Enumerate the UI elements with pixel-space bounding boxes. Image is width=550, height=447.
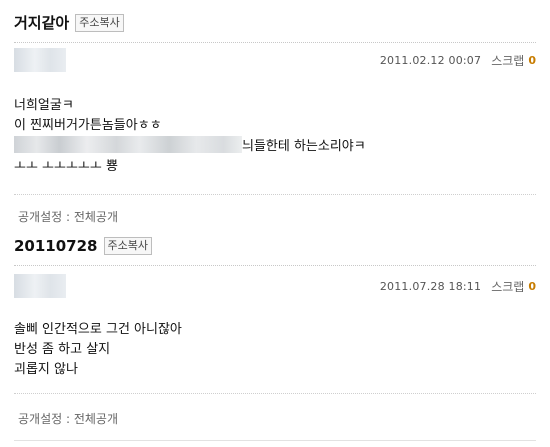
divider xyxy=(14,42,536,43)
copy-address-button[interactable]: 주소복사 xyxy=(103,237,152,255)
post-body: 솔삐 인간적으로 그건 아니잖아 반성 좀 하고 살지 괴롭지 않나 xyxy=(14,320,182,380)
divider xyxy=(14,265,536,266)
privacy-setting: 공개설정 : 전체공개 xyxy=(18,210,118,224)
scrap-count: 0 xyxy=(528,54,536,67)
post-meta: 2011.02.12 00:07 스크랩 0 xyxy=(14,46,536,72)
scrap-count: 0 xyxy=(528,280,536,293)
post-meta-right: 2011.07.28 18:11 스크랩 0 xyxy=(380,278,536,295)
privacy-setting: 공개설정 : 전체공개 xyxy=(18,412,118,426)
post-meta: 2011.07.28 18:11 스크랩 0 xyxy=(14,272,536,298)
post-line: 괴롭지 않나 xyxy=(14,362,78,377)
copy-address-button[interactable]: 주소복사 xyxy=(75,13,124,32)
blurred-text xyxy=(14,136,242,153)
post-title-row: 20110728 주소복사 xyxy=(14,237,152,255)
post-date: 2011.02.12 00:07 xyxy=(379,54,482,67)
post-meta-right: 2011.02.12 00:07 스크랩 0 xyxy=(380,52,536,69)
post-line-text: 늬들한테 하는소리야ㅋ xyxy=(242,139,366,154)
post-title: 거지같아 xyxy=(14,14,70,32)
divider xyxy=(14,194,536,195)
post-line: 늬들한테 하는소리야ㅋ xyxy=(14,136,366,157)
post-line: 반성 좀 하고 살지 xyxy=(14,342,111,357)
scrap-button[interactable]: 스크랩 xyxy=(491,52,524,69)
post-body: 너희얼굴ㅋ 이 찐찌버거가튼놈들아ㅎㅎ 늬들한테 하는소리야ㅋ ㅗㅗ ㅗㅗㅗㅗㅗ… xyxy=(14,96,366,177)
divider xyxy=(14,440,536,441)
scrap-button[interactable]: 스크랩 xyxy=(491,278,524,295)
post-line: 너희얼굴ㅋ xyxy=(14,98,74,113)
post-line: 이 찐찌버거가튼놈들아ㅎㅎ xyxy=(14,118,162,133)
post-line: ㅗㅗ ㅗㅗㅗㅗㅗ 뿅 xyxy=(14,159,118,174)
blurred-avatar xyxy=(14,48,66,72)
post-line: 솔삐 인간적으로 그건 아니잖아 xyxy=(14,322,182,337)
post-title: 20110728 xyxy=(14,237,98,255)
post-date: 2011.07.28 18:11 xyxy=(379,280,482,293)
post-title-row: 거지같아 주소복사 xyxy=(14,12,124,33)
blurred-avatar xyxy=(14,274,66,298)
divider xyxy=(14,393,536,394)
